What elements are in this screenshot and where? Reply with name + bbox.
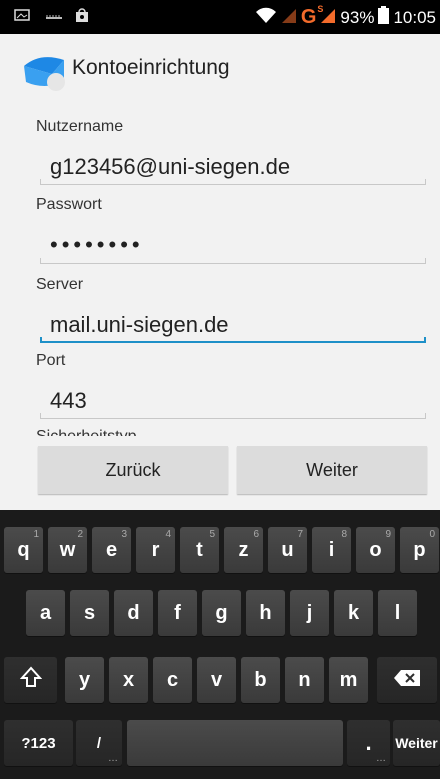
shift-key[interactable] xyxy=(4,657,57,703)
status-bar: GS 93% 10:05 xyxy=(0,0,440,34)
backspace-icon xyxy=(393,669,421,691)
battery-percentage: 93% xyxy=(340,7,375,27)
voicemail-notification-icon xyxy=(44,7,62,23)
key-p[interactable]: 0p xyxy=(400,527,439,573)
key-hint: 0 xyxy=(429,529,435,540)
wifi-icon xyxy=(255,6,277,29)
key-w[interactable]: 2w xyxy=(48,527,87,573)
key-label: t xyxy=(196,538,203,561)
password-label: Passwort xyxy=(36,196,102,213)
key-s[interactable]: s xyxy=(70,590,109,636)
key-label: o xyxy=(369,538,382,561)
key-b[interactable]: b xyxy=(241,657,280,703)
navigation-button-bar: Zurück Weiter xyxy=(0,436,440,510)
enter-key[interactable]: Weiter xyxy=(393,720,440,766)
key-t[interactable]: 5t xyxy=(180,527,219,573)
server-field[interactable]: mail.uni-siegen.de xyxy=(50,312,229,338)
shift-icon xyxy=(19,666,42,694)
next-button[interactable]: Weiter xyxy=(237,446,427,494)
key-i[interactable]: 8i xyxy=(312,527,351,573)
clock: 10:05 xyxy=(393,7,436,27)
key-hint: 7 xyxy=(297,529,303,540)
port-field[interactable]: 443 xyxy=(50,388,87,414)
key-d[interactable]: d xyxy=(114,590,153,636)
port-underline xyxy=(40,413,426,419)
key-hint: 6 xyxy=(253,529,259,540)
key-y[interactable]: y xyxy=(65,657,104,703)
network-type-indicator: GS xyxy=(300,4,324,28)
key-e[interactable]: 3e xyxy=(92,527,131,573)
image-notification-icon xyxy=(14,7,30,23)
slash-label: / xyxy=(96,734,102,752)
symbols-key[interactable]: ?123 xyxy=(4,720,73,766)
key-z[interactable]: 6z xyxy=(224,527,263,573)
key-label: q xyxy=(17,538,30,561)
key-k[interactable]: k xyxy=(334,590,373,636)
key-label: z xyxy=(238,538,249,561)
key-label: u xyxy=(281,538,294,561)
key-label: w xyxy=(59,538,76,561)
key-v[interactable]: v xyxy=(197,657,236,703)
key-hint: 2 xyxy=(77,529,83,540)
key-hint: 4 xyxy=(165,529,171,540)
key-r[interactable]: 4r xyxy=(136,527,175,573)
key-g[interactable]: g xyxy=(202,590,241,636)
server-underline-focused xyxy=(40,337,426,343)
security-type-label: Sicherheitstyp xyxy=(36,428,137,436)
key-l[interactable]: l xyxy=(378,590,417,636)
key-q[interactable]: 1q xyxy=(4,527,43,573)
password-underline xyxy=(40,258,426,264)
key-label: i xyxy=(328,538,335,561)
key-o[interactable]: 9o xyxy=(356,527,395,573)
username-label: Nutzername xyxy=(36,118,124,135)
key-j[interactable]: j xyxy=(290,590,329,636)
key-u[interactable]: 7u xyxy=(268,527,307,573)
period-more-hint: … xyxy=(376,753,386,764)
period-label: . xyxy=(365,730,372,755)
key-hint: 8 xyxy=(341,529,347,540)
key-label: e xyxy=(105,538,118,561)
slash-more-hint: … xyxy=(108,753,118,764)
key-hint: 1 xyxy=(33,529,39,540)
screen-title: Kontoeinrichtung xyxy=(72,56,230,79)
email-app-icon xyxy=(22,54,68,91)
signal-weak-icon xyxy=(281,6,297,29)
key-a[interactable]: a xyxy=(26,590,65,636)
key-h[interactable]: h xyxy=(246,590,285,636)
key-hint: 3 xyxy=(121,529,127,540)
battery-icon xyxy=(378,6,390,29)
backspace-key[interactable] xyxy=(377,657,437,703)
action-bar: Kontoeinrichtung xyxy=(0,34,440,106)
key-n[interactable]: n xyxy=(285,657,324,703)
port-label: Port xyxy=(36,352,66,369)
on-screen-keyboard: 1q2w3e4r5t6z7u8i9o0p asdfghjkl yxcvbnm ?… xyxy=(0,510,440,779)
username-underline xyxy=(40,179,426,185)
space-key[interactable] xyxy=(127,720,343,766)
period-key[interactable]: . … xyxy=(347,720,390,766)
slash-key[interactable]: / … xyxy=(76,720,122,766)
key-label: p xyxy=(413,538,426,561)
password-field[interactable]: •••••••• xyxy=(50,232,144,258)
shopping-bag-icon xyxy=(74,7,90,23)
key-m[interactable]: m xyxy=(329,657,368,703)
key-hint: 9 xyxy=(385,529,391,540)
server-label: Server xyxy=(36,276,84,293)
key-c[interactable]: c xyxy=(153,657,192,703)
key-hint: 5 xyxy=(209,529,215,540)
username-field[interactable]: g123456@uni-siegen.de xyxy=(50,154,290,180)
key-x[interactable]: x xyxy=(109,657,148,703)
key-label: r xyxy=(151,538,160,561)
key-f[interactable]: f xyxy=(158,590,197,636)
account-setup-form: Nutzername g123456@uni-siegen.de Passwor… xyxy=(0,106,440,436)
back-button[interactable]: Zurück xyxy=(38,446,228,494)
